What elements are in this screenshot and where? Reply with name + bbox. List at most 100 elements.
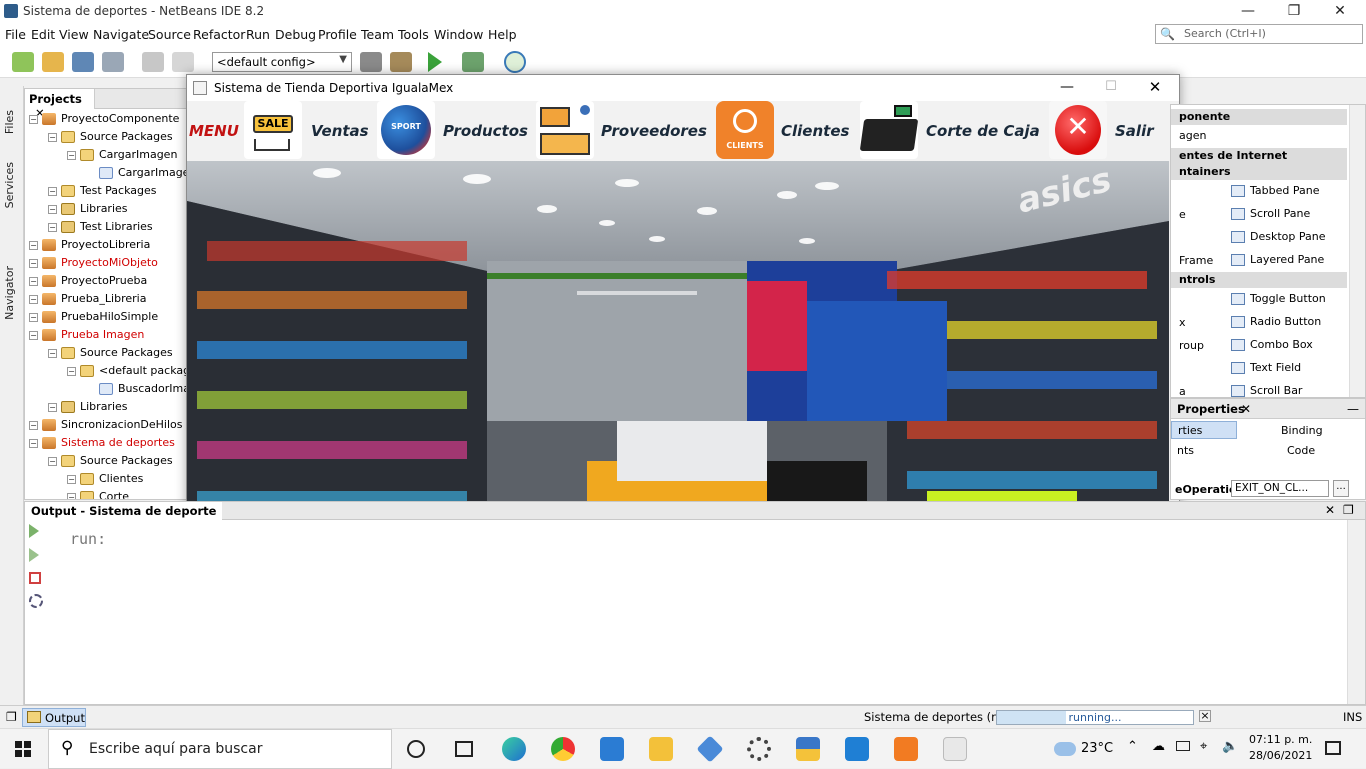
events-subtab[interactable]: nts — [1177, 444, 1194, 457]
properties-subtab[interactable]: rties — [1171, 421, 1237, 439]
project-tree-item[interactable]: − Prueba_Libreria — [29, 290, 146, 308]
project-tree-item[interactable]: − Libraries — [48, 398, 128, 416]
windows-start-icon[interactable] — [15, 741, 31, 757]
project-tree-item[interactable]: − Source Packages — [48, 344, 173, 362]
project-tree-item[interactable]: − Source Packages — [48, 452, 173, 470]
project-tree-item[interactable]: − Source Packages — [48, 128, 173, 146]
menu-file[interactable]: File — [5, 27, 26, 42]
expand-toggle-icon[interactable]: − — [29, 294, 38, 304]
minimize-button[interactable]: — — [1225, 0, 1271, 24]
project-tree-item[interactable]: − <default packag — [67, 362, 187, 380]
redo-icon[interactable] — [172, 52, 194, 72]
properties-tab[interactable]: Properties — [1177, 402, 1245, 416]
expand-toggle-icon[interactable]: − — [29, 240, 38, 250]
settings-gear-icon[interactable] — [747, 737, 771, 761]
restore-panel-icon[interactable]: ❐ — [1343, 503, 1354, 517]
salir-button[interactable]: Salir — [1115, 122, 1154, 140]
restore-window-icon[interactable]: ❐ — [6, 710, 17, 724]
menu-window[interactable]: Window — [434, 27, 483, 42]
onedrive-icon[interactable]: ☁ — [1152, 739, 1165, 754]
expand-toggle-icon[interactable]: − — [67, 366, 76, 376]
battery-icon[interactable] — [1176, 741, 1190, 751]
minimize-panel-icon[interactable]: — — [1347, 402, 1359, 416]
open-project-icon[interactable] — [72, 52, 94, 72]
proveedores-button[interactable]: Proveedores — [601, 122, 707, 140]
expand-toggle-icon[interactable]: − — [29, 312, 38, 322]
chrome-icon[interactable] — [551, 737, 575, 761]
project-tree-item[interactable]: − Corte — [67, 488, 129, 499]
exit-icon[interactable]: ✕ — [1049, 101, 1107, 159]
app-maximize-button[interactable]: ☐ — [1091, 77, 1131, 99]
project-tree-item[interactable]: − ProyectoComponente — [29, 110, 179, 128]
task-view-icon[interactable] — [455, 741, 473, 757]
output-scrollbar[interactable] — [1347, 520, 1365, 704]
project-tree-item[interactable]: − Prueba Imagen — [29, 326, 144, 344]
project-tree-item[interactable]: − SincronizacionDeHilos — [29, 416, 183, 434]
cortana-icon[interactable] — [407, 740, 425, 758]
menu-profile[interactable]: Profile — [318, 27, 357, 42]
close-icon[interactable]: ✕ — [1325, 503, 1335, 517]
menu-refactor[interactable]: Refactor — [193, 27, 245, 42]
projects-tab[interactable]: Projects ✕ — [25, 89, 95, 120]
project-tree-item[interactable]: − ProyectoPrueba — [29, 272, 147, 290]
project-tree-item[interactable]: − PruebaHiloSimple — [29, 308, 158, 326]
profile-icon[interactable] — [504, 51, 526, 73]
debug-icon[interactable] — [462, 52, 484, 72]
palette-item-layered-pane[interactable]: Layered Pane — [1231, 253, 1324, 266]
palette-item-scroll-bar[interactable]: Scroll Bar — [1231, 384, 1302, 397]
supplier-icon[interactable] — [536, 101, 594, 159]
undo-icon[interactable] — [142, 52, 164, 72]
java-app-icon[interactable] — [943, 737, 967, 761]
wifi-icon[interactable]: ⌖ — [1200, 739, 1207, 754]
ventas-button[interactable]: Ventas — [311, 122, 369, 140]
cancel-task-icon[interactable]: × — [1199, 710, 1211, 722]
menu-tools[interactable]: Tools — [398, 27, 429, 42]
palette-item-scroll-pane[interactable]: Scroll Pane — [1231, 207, 1310, 220]
edge-icon[interactable] — [502, 737, 526, 761]
build-icon[interactable] — [360, 52, 382, 72]
palette-item-radio-button[interactable]: Radio Button — [1231, 315, 1321, 328]
project-tree-item[interactable]: − Test Packages — [48, 182, 156, 200]
expand-toggle-icon[interactable]: − — [48, 348, 57, 358]
notifications-icon[interactable] — [1325, 741, 1341, 755]
app-close-button[interactable]: ✕ — [1135, 77, 1175, 99]
rerun-icon[interactable] — [29, 524, 45, 540]
app-minimize-button[interactable]: — — [1047, 77, 1087, 99]
binding-subtab[interactable]: Binding — [1281, 424, 1323, 437]
project-tree-item[interactable]: CargarImage — [86, 164, 187, 182]
palette-item-desktop-pane[interactable]: Desktop Pane — [1231, 230, 1325, 243]
weather-cloud-icon[interactable] — [1054, 742, 1076, 756]
save-all-icon[interactable] — [102, 52, 124, 72]
expand-toggle-icon[interactable]: − — [67, 150, 76, 160]
file-explorer-icon[interactable] — [649, 737, 673, 761]
clock-time[interactable]: 07:11 p. m. — [1249, 733, 1312, 746]
default-close-operation-select[interactable]: EXIT_ON_CL... — [1231, 480, 1329, 497]
palette-item-tabbed-pane[interactable]: Tabbed Pane — [1231, 184, 1319, 197]
menu-source[interactable]: Source — [148, 27, 191, 42]
xampp-icon[interactable] — [894, 737, 918, 761]
ide-search-input[interactable]: 🔍 Search (Ctrl+I) — [1155, 24, 1363, 44]
project-tree-item[interactable]: − Sistema de deportes — [29, 434, 175, 452]
cash-register-icon[interactable] — [860, 101, 918, 159]
project-tree-item[interactable]: − CargarImagen — [67, 146, 177, 164]
project-tree-item[interactable]: − ProyectoMiObjeto — [29, 254, 158, 272]
project-tree-item[interactable]: − Libraries — [48, 200, 128, 218]
sport-icon[interactable]: SPORT — [377, 101, 435, 159]
config-select[interactable]: <default config> ▼ — [212, 52, 352, 72]
productos-button[interactable]: Productos — [443, 122, 528, 140]
menu-help[interactable]: Help — [488, 27, 517, 42]
mail-icon[interactable] — [600, 737, 624, 761]
services-tab[interactable]: Services — [3, 162, 16, 208]
menu-edit[interactable]: Edit — [31, 27, 55, 42]
clean-build-icon[interactable] — [390, 52, 412, 72]
volume-icon[interactable]: 🔈 — [1222, 739, 1238, 754]
close-icon[interactable]: ✕ — [1241, 402, 1251, 416]
palette-item-text-field[interactable]: Text Field — [1231, 361, 1301, 374]
rerun-with-params-icon[interactable] — [29, 548, 45, 564]
expand-toggle-icon[interactable]: − — [29, 114, 38, 124]
expand-toggle-icon[interactable]: − — [48, 402, 57, 412]
project-tree-item[interactable]: BuscadorIma — [86, 380, 187, 398]
project-tree-item[interactable]: − Clientes — [67, 470, 143, 488]
clock-date[interactable]: 28/06/2021 — [1249, 749, 1312, 762]
navigator-tab[interactable]: Navigator — [3, 266, 16, 320]
